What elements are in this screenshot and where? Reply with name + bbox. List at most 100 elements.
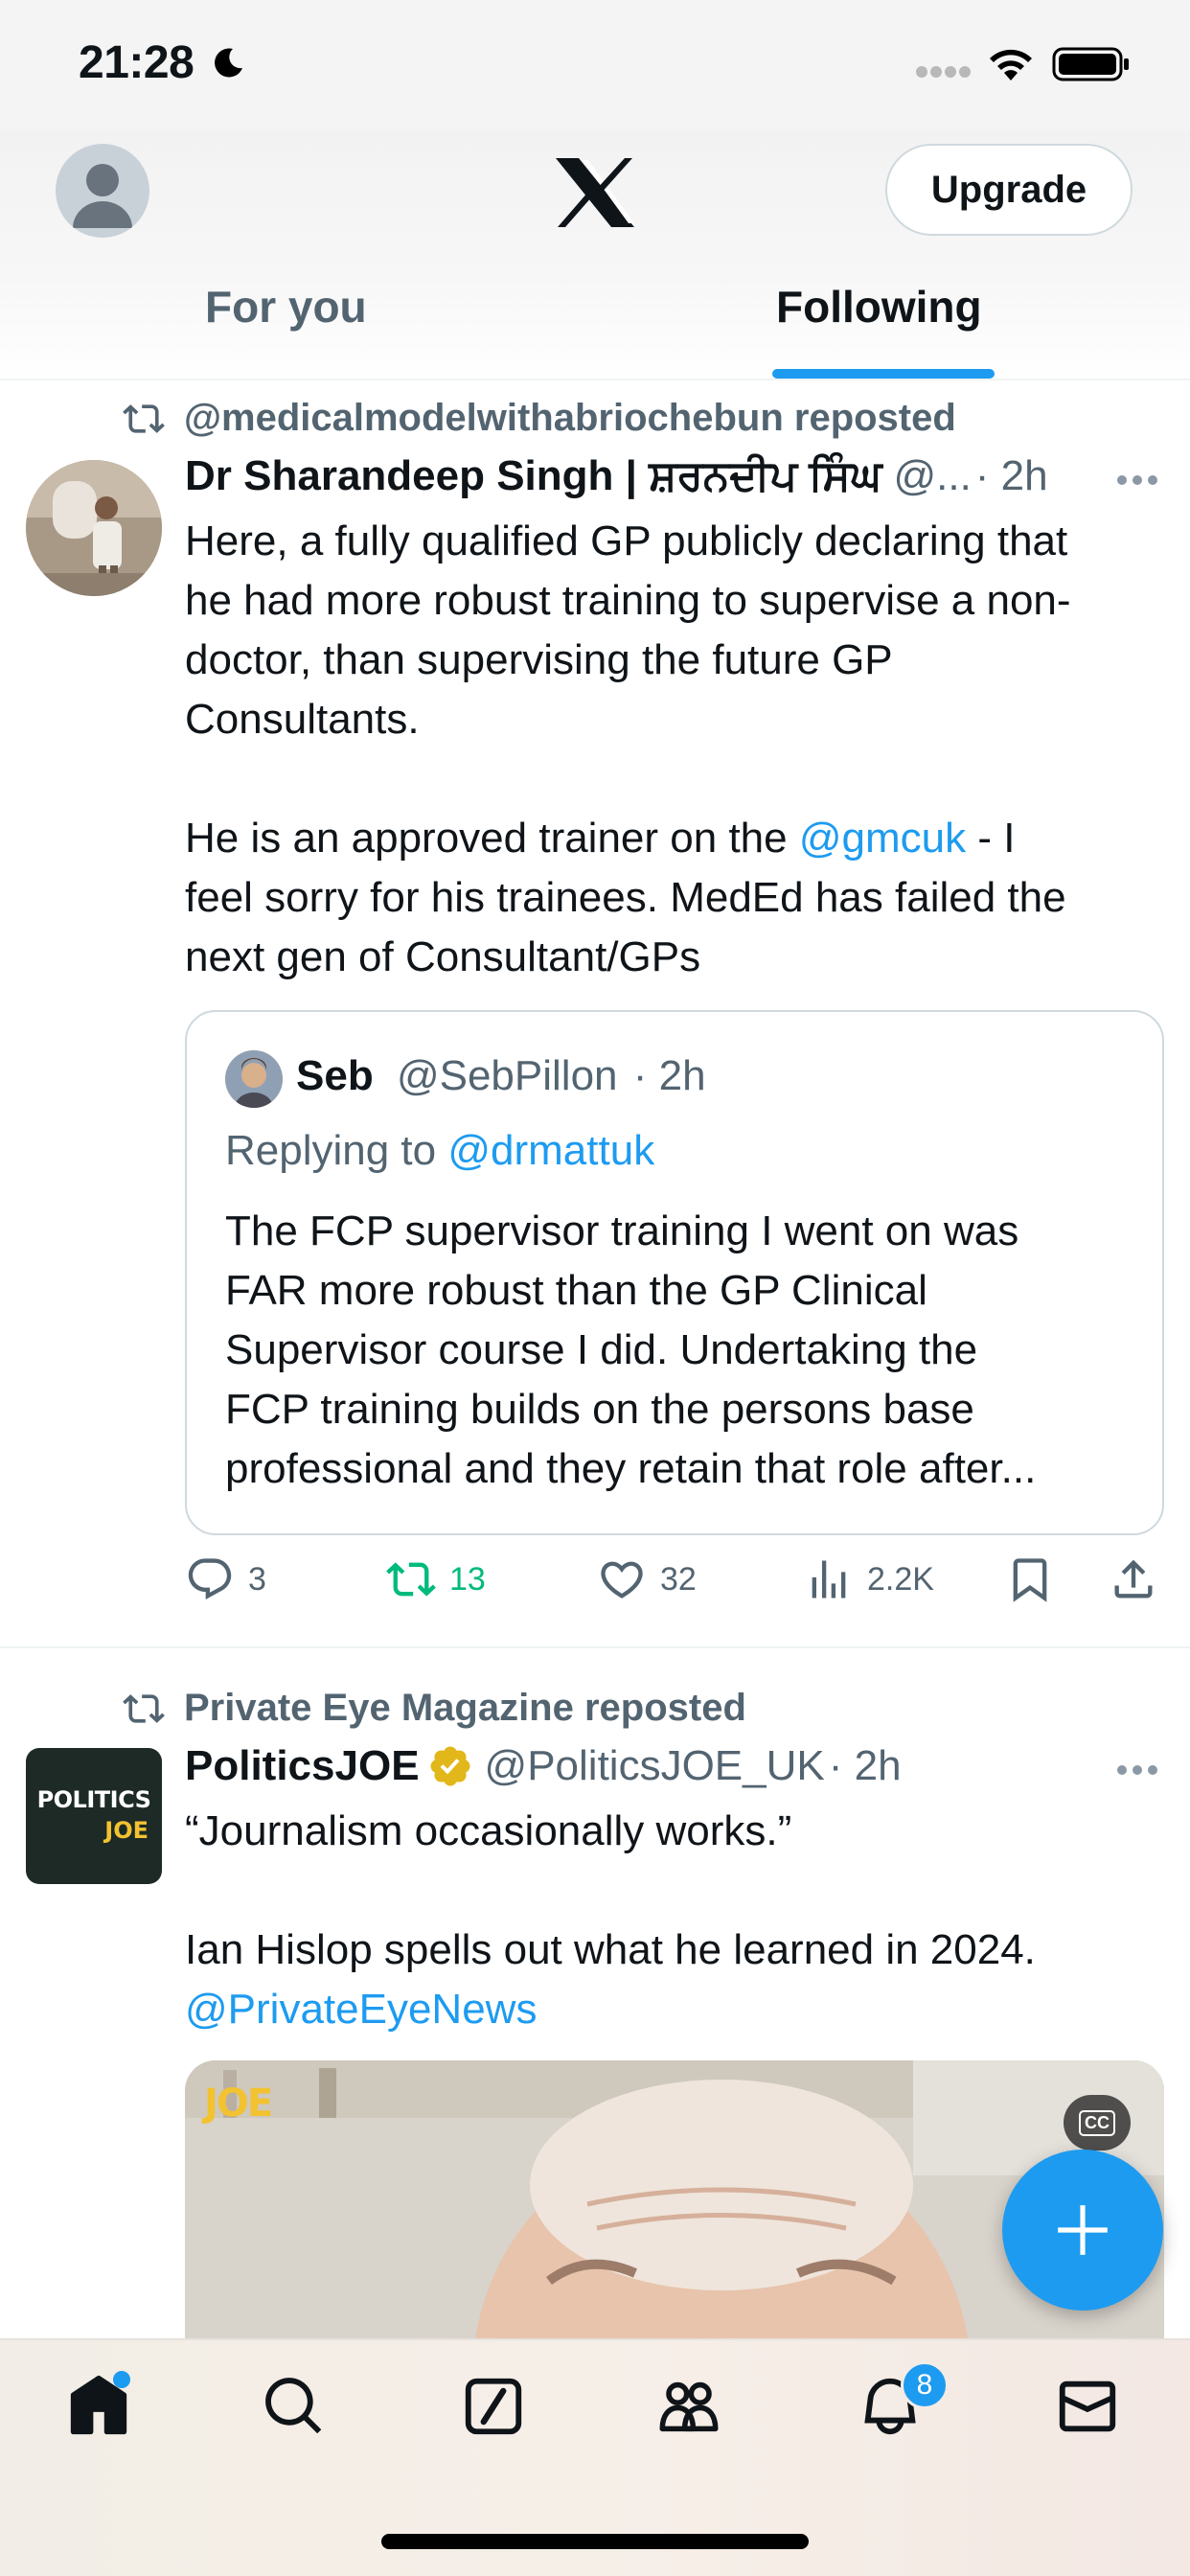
repost-icon: [123, 1693, 165, 1723]
author-avatar[interactable]: [26, 460, 162, 596]
repost-indicator[interactable]: @medicalmodelwithabriochebun reposted: [123, 397, 956, 440]
tweet-text: Here, a fully qualified GP publicly decl…: [185, 512, 1172, 987]
quoted-tweet-card[interactable]: Seb @SebPillon · 2h Replying to @drmattu…: [185, 1010, 1164, 1535]
replying-to: Replying to @drmattuk: [225, 1127, 654, 1175]
default-avatar-icon: [73, 164, 132, 228]
reply-count: 3: [248, 1560, 266, 1598]
nav-grok[interactable]: [460, 2373, 537, 2450]
tab-following[interactable]: Following: [776, 281, 982, 333]
moon-icon: [215, 48, 242, 78]
tweet-text-line: feel sorry for his trainees. MedEd has f…: [185, 874, 1066, 921]
battery-icon: [1052, 47, 1129, 81]
heart-icon: [601, 1561, 643, 1598]
author-handle[interactable]: @...: [893, 452, 971, 500]
top-header: Upgrade For you Following: [0, 129, 1190, 379]
quoted-author-avatar[interactable]: [225, 1050, 283, 1108]
quoted-text-line: FCP training builds on the persons base: [225, 1386, 974, 1433]
quoted-text-line: The FCP supervisor training I went on wa…: [225, 1208, 1019, 1254]
nav-communities[interactable]: [655, 2373, 732, 2450]
like-count: 32: [660, 1560, 697, 1598]
tweet-text-line: He is an approved trainer on the @gmcuk …: [185, 809, 1172, 868]
reply-button[interactable]: 3: [185, 1554, 266, 1604]
view-count: 2.2K: [867, 1560, 934, 1598]
profile-avatar-button[interactable]: [56, 144, 149, 238]
mention-link[interactable]: @gmcuk: [799, 815, 966, 862]
tweet-text-line: doctor, than supervising the future GP: [185, 636, 893, 683]
repost-label: Private Eye Magazine reposted: [184, 1687, 746, 1729]
reply-icon: [188, 1558, 232, 1600]
tweet-text-line: Here, a fully qualified GP publicly decl…: [185, 518, 1068, 564]
x-logo-icon[interactable]: [554, 156, 636, 229]
tweet-header: Dr Sharandeep Singh | ਸ਼ਰਨਦੀਪ ਸਿੰਘ @... …: [185, 452, 1048, 500]
notifications-badge: 8: [901, 2361, 949, 2409]
quoted-text-line: FAR more robust than the GP Clinical: [225, 1267, 927, 1314]
quoted-tweet-text: The FCP supervisor training I went on wa…: [225, 1202, 1145, 1499]
tweet-text-line: he had more robust training to supervise…: [185, 577, 1071, 624]
tweet-header: PoliticsJOE @PoliticsJOE_UK · 2h: [185, 1742, 902, 1790]
quoted-author-name[interactable]: Seb: [296, 1052, 374, 1099]
messages-icon: [1059, 2380, 1116, 2432]
tab-for-you[interactable]: For you: [205, 281, 367, 333]
share-button[interactable]: [1109, 1554, 1172, 1604]
nav-search[interactable]: [261, 2373, 337, 2450]
compose-post-button[interactable]: [1002, 2150, 1163, 2311]
bookmark-icon: [1013, 1558, 1047, 1602]
nav-home[interactable]: [65, 2373, 142, 2450]
search-icon: [265, 2378, 322, 2434]
wifi-icon: [990, 49, 1032, 80]
verified-badge-icon: [430, 1746, 470, 1786]
views-button[interactable]: 2.2K: [804, 1554, 934, 1604]
media-watermark: JOE: [204, 2082, 273, 2126]
like-button[interactable]: 32: [597, 1554, 697, 1604]
quoted-author-photo: [225, 1050, 283, 1108]
author-name[interactable]: PoliticsJOE: [185, 1742, 420, 1790]
tweet-text-line: “Journalism occasionally works.”: [185, 1807, 792, 1854]
active-tab-indicator: [772, 369, 995, 379]
communities-icon: [659, 2381, 719, 2432]
tweet-time: · 2h: [828, 1742, 902, 1789]
quoted-author-handle[interactable]: @SebPillon: [397, 1052, 618, 1099]
mention-link[interactable]: @PrivateEyeNews: [185, 1980, 1172, 2039]
repost-indicator[interactable]: Private Eye Magazine reposted: [123, 1687, 746, 1730]
home-indicator: [381, 2534, 809, 2549]
captions-label: CC: [1079, 2109, 1115, 2136]
header-divider: [0, 379, 1190, 380]
share-icon: [1114, 1559, 1153, 1598]
author-name[interactable]: Dr Sharandeep Singh | ਸ਼ਰਨਦੀਪ ਸਿੰਘ: [185, 452, 881, 500]
new-posts-dot: [113, 2371, 130, 2388]
captions-button[interactable]: CC: [1064, 2095, 1131, 2150]
author-avatar[interactable]: POLITICS JOE: [26, 1748, 162, 1884]
avatar-logo-text: JOE: [104, 1817, 149, 1844]
grok-icon: [465, 2378, 522, 2435]
bookmark-button[interactable]: [1005, 1554, 1068, 1604]
tweet-actions: 3 13 32 2.2K: [185, 1554, 1164, 1618]
quoted-text-line: Supervisor course I did. Undertaking the: [225, 1326, 978, 1373]
replying-to-handle[interactable]: @drmattuk: [447, 1127, 654, 1174]
plus-icon: [1058, 2205, 1108, 2255]
signal-icon: [916, 66, 971, 78]
tweet-text: “Journalism occasionally works.” Ian His…: [185, 1802, 1172, 2039]
tweet-text-line: Consultants.: [185, 696, 420, 743]
repost-label: @medicalmodelwithabriochebun reposted: [184, 397, 956, 439]
repost-count: 13: [449, 1560, 486, 1598]
repost-icon: [386, 1562, 436, 1597]
avatar-logo-text: POLITICS: [36, 1786, 151, 1813]
tweet-text-segment: He is an approved trainer on the: [185, 815, 799, 862]
tweet-time: · 2h: [974, 452, 1048, 499]
tweet-text-line: Ian Hislop spells out what he learned in…: [185, 1926, 1036, 1973]
quoted-tweet-time: · 2h: [632, 1052, 706, 1099]
replying-to-label: Replying to: [225, 1127, 448, 1174]
tweet-text-line: next gen of Consultant/GPs: [185, 933, 701, 980]
upgrade-button[interactable]: Upgrade: [885, 144, 1133, 236]
status-time: 21:28: [79, 37, 195, 88]
author-photo: [26, 460, 162, 596]
tweet-divider: [0, 1646, 1190, 1648]
analytics-icon: [812, 1560, 846, 1598]
repost-icon: [123, 403, 165, 433]
more-options-icon[interactable]: [1115, 1763, 1159, 1777]
more-options-icon[interactable]: [1115, 473, 1159, 487]
status-bar: 21:28: [0, 0, 1190, 129]
repost-button[interactable]: 13: [386, 1554, 486, 1604]
author-handle[interactable]: @PoliticsJOE_UK: [485, 1742, 825, 1790]
nav-messages[interactable]: [1054, 2373, 1131, 2450]
